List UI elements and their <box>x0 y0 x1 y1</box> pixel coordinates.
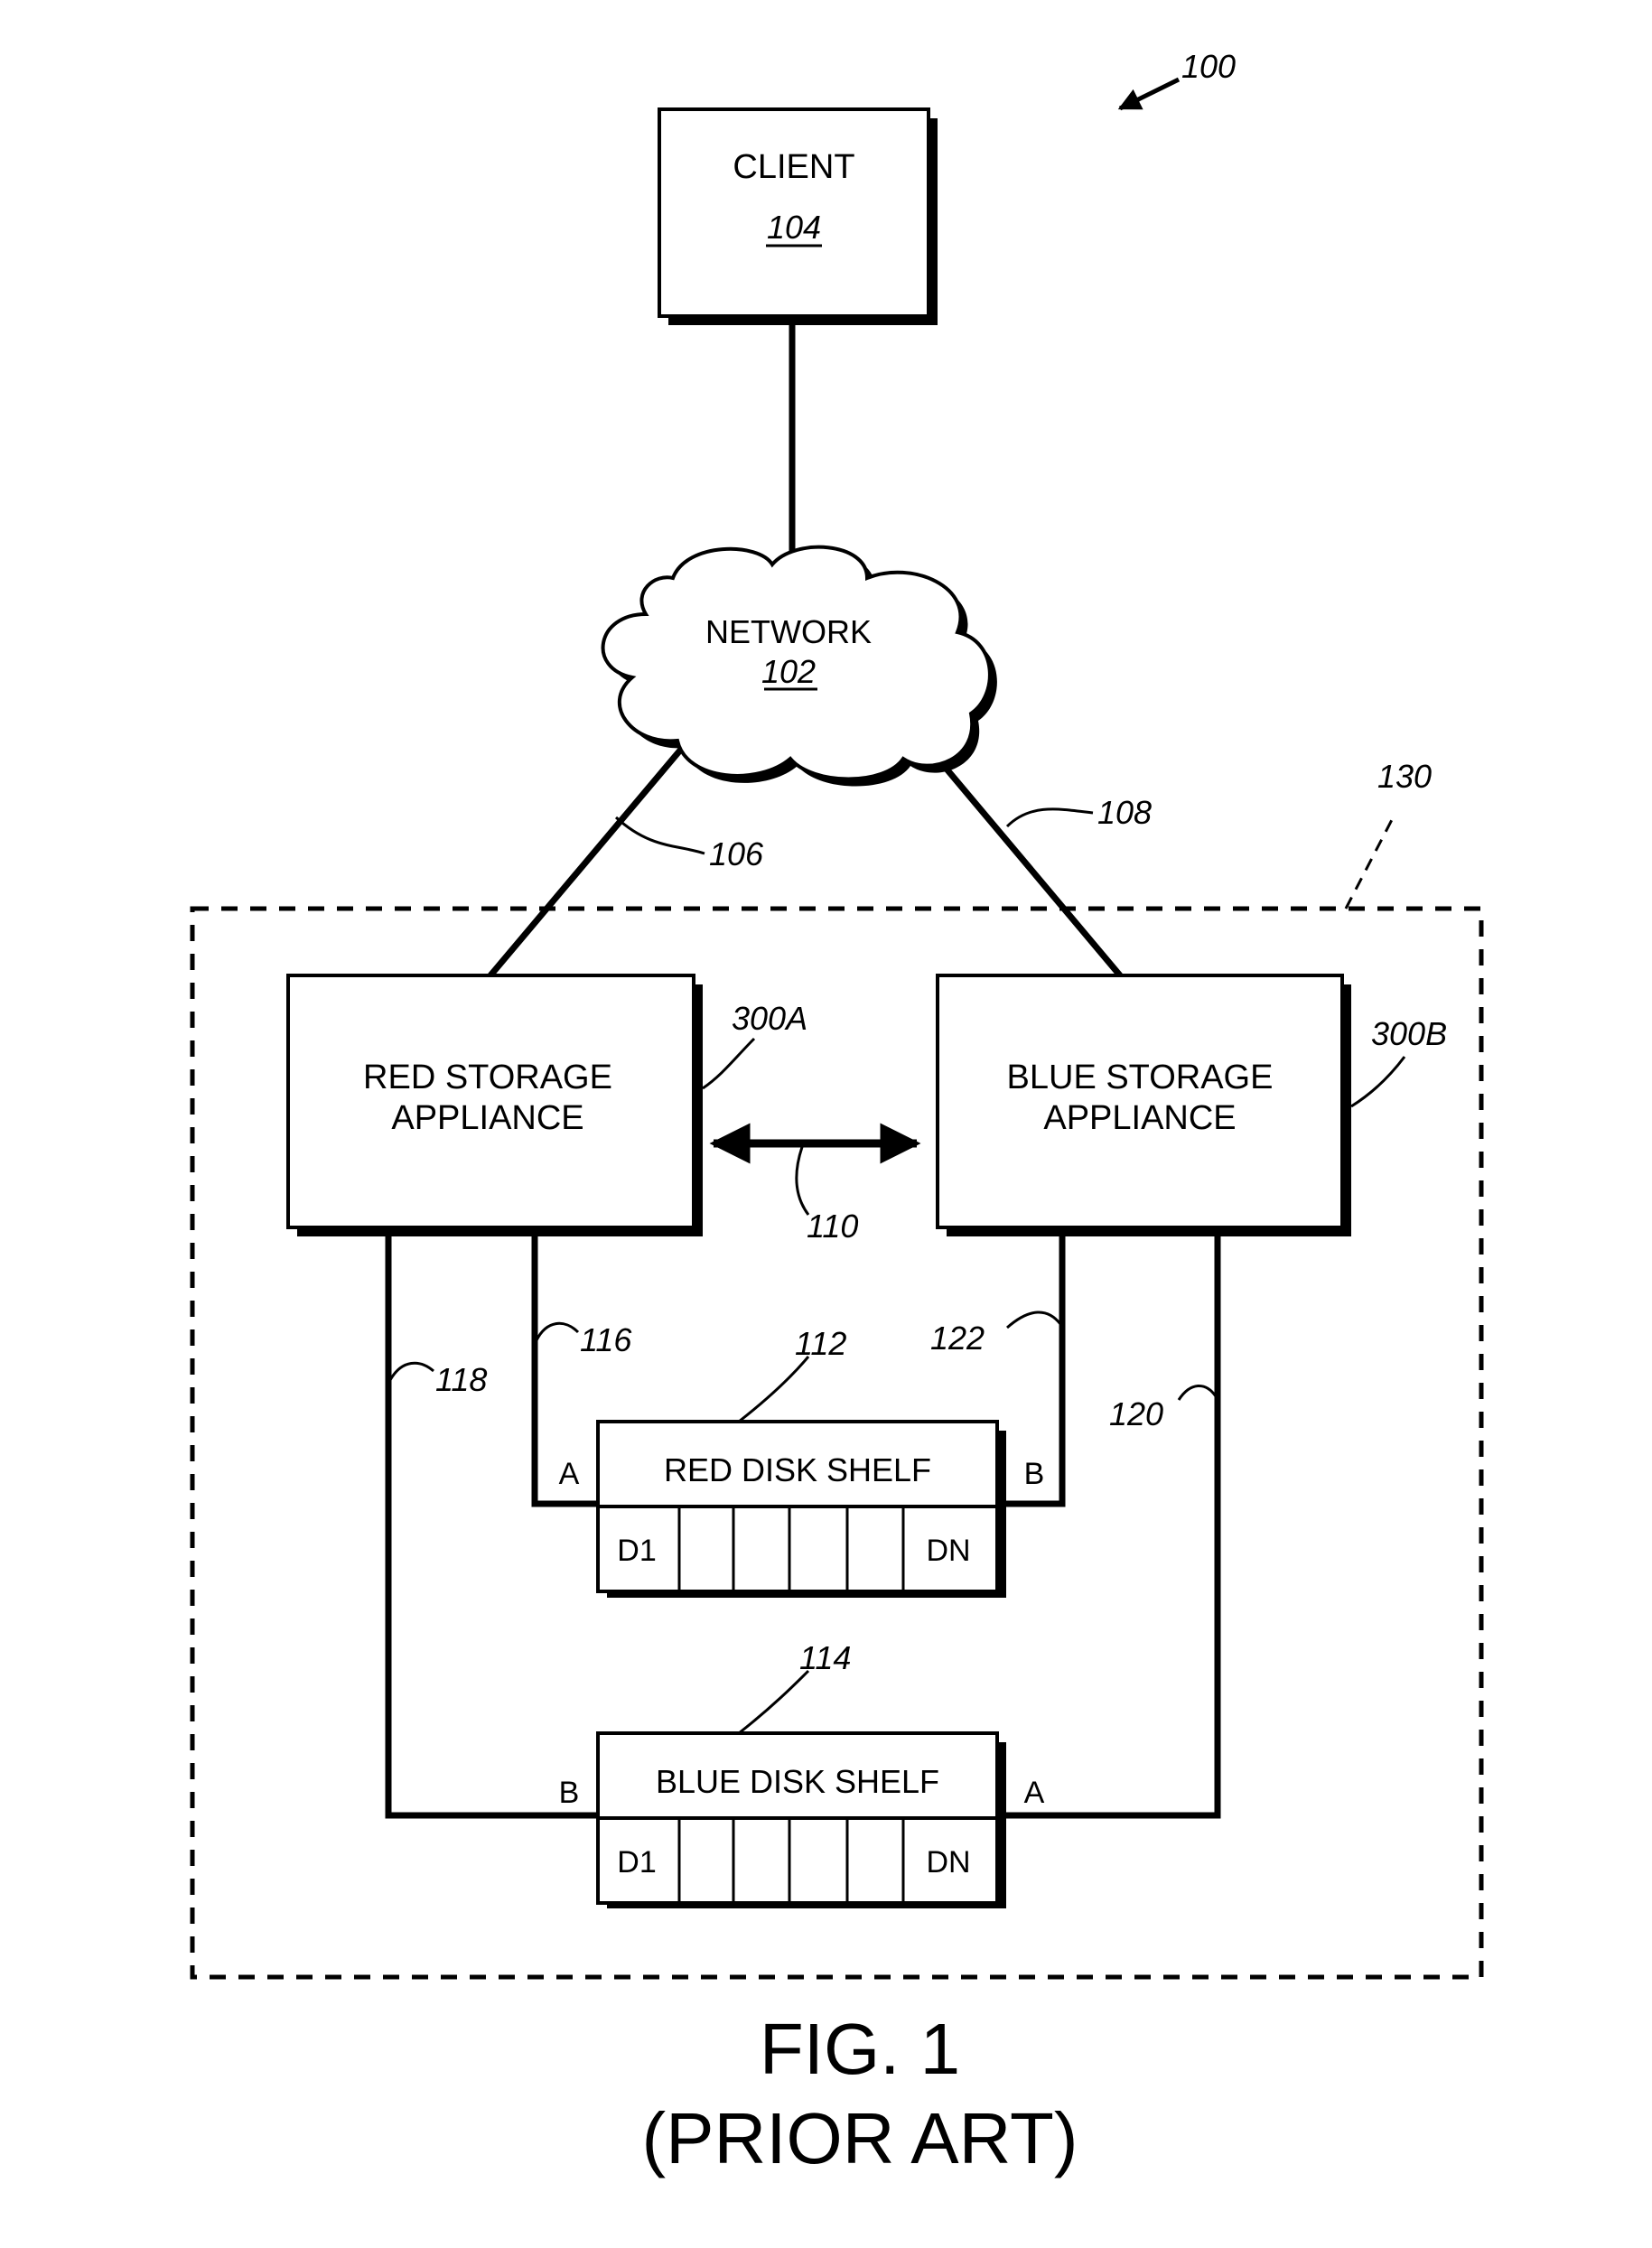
svg-text:BLUE DISK SHELF: BLUE DISK SHELF <box>656 1763 939 1800</box>
figure-subcaption: (PRIOR ART) <box>641 2098 1078 2178</box>
client-ref: 104 <box>767 209 821 246</box>
ref-110: 110 <box>807 1208 858 1245</box>
figure-caption: FIG. 1 <box>760 2009 960 2089</box>
figure-ref-100: 100 <box>1117 48 1236 111</box>
ref-120: 120 <box>1109 1395 1163 1432</box>
port-b: B <box>559 1776 580 1810</box>
ref-130: 130 <box>1377 758 1432 795</box>
client-node: CLIENT 104 <box>658 107 938 325</box>
svg-text:BLUE STORAGE: BLUE STORAGE <box>1007 1059 1274 1096</box>
ref-108: 108 <box>1097 794 1152 831</box>
blue-storage-appliance: BLUE STORAGE APPLIANCE <box>936 974 1351 1236</box>
ref-112: 112 <box>795 1325 846 1362</box>
ref-300b: 300B <box>1371 1015 1447 1052</box>
link-106 <box>488 738 691 978</box>
client-label: CLIENT <box>733 148 854 186</box>
svg-text:APPLIANCE: APPLIANCE <box>1043 1099 1236 1137</box>
red-storage-appliance: RED STORAGE APPLIANCE <box>286 974 703 1236</box>
disk-dn: DN <box>926 1845 970 1880</box>
arrow-icon <box>1117 77 1181 111</box>
ref-118: 118 <box>435 1361 487 1398</box>
ref-300a: 300A <box>732 1000 807 1037</box>
port-b: B <box>1024 1457 1045 1491</box>
blue-disk-shelf: BLUE DISK SHELF D1 DN B A <box>559 1731 1045 1908</box>
svg-text:100: 100 <box>1181 48 1236 85</box>
network-cloud: NETWORK 102 <box>601 545 997 787</box>
ref-116: 116 <box>580 1321 632 1358</box>
network-ref: 102 <box>761 653 816 690</box>
disk-d1: D1 <box>617 1845 656 1880</box>
patent-figure: 100 CLIENT 104 NETWORK 102 106 108 130 1… <box>190 48 1484 2178</box>
ref-122: 122 <box>930 1320 985 1357</box>
network-label: NETWORK <box>705 613 872 650</box>
ref-114: 114 <box>799 1639 851 1676</box>
red-disk-shelf: RED DISK SHELF D1 DN A B <box>559 1420 1045 1598</box>
disk-dn: DN <box>926 1534 970 1568</box>
ref-106: 106 <box>709 835 764 872</box>
svg-text:RED STORAGE: RED STORAGE <box>363 1059 612 1096</box>
svg-text:RED DISK SHELF: RED DISK SHELF <box>664 1451 931 1488</box>
port-a: A <box>1024 1776 1045 1810</box>
link-120 <box>997 1236 1221 1819</box>
disk-d1: D1 <box>617 1534 656 1568</box>
svg-text:APPLIANCE: APPLIANCE <box>391 1099 583 1137</box>
port-a: A <box>559 1457 580 1491</box>
link-108 <box>928 747 1123 978</box>
